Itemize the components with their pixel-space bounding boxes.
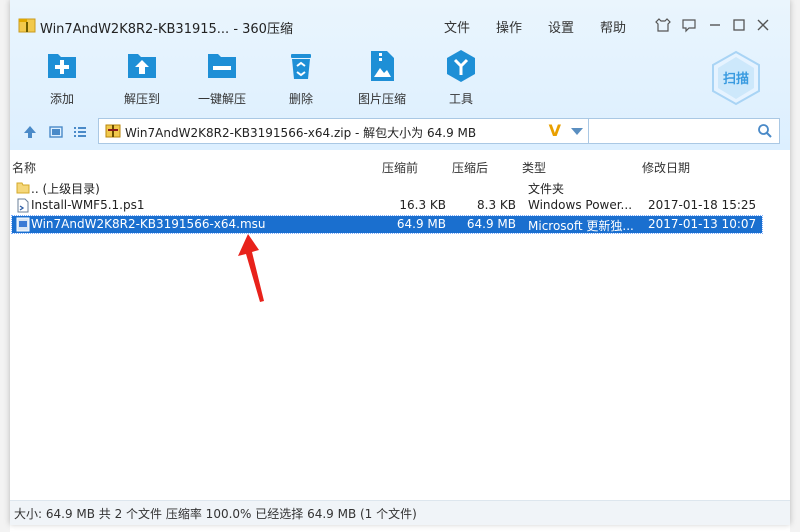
add-button[interactable]: 添加 <box>27 48 97 107</box>
image-compress-button[interactable]: 图片压缩 <box>347 48 417 107</box>
title-and-toolbar-area: Win7AndW2K8R2-KB31915... - 360压缩 文件 操作 设… <box>10 0 790 150</box>
verified-check-icon: V <box>548 121 561 140</box>
delete-label: 删除 <box>288 92 313 106</box>
extract-to-button[interactable]: 解压到 <box>107 48 177 107</box>
navigation-bar: Win7AndW2K8R2-KB3191566-x64.zip - 解包大小为 … <box>10 116 790 148</box>
menu-bar: 文件 操作 设置 帮助 <box>444 17 652 36</box>
row-name: Win7AndW2K8R2-KB3191566-x64.msu <box>31 217 266 231</box>
scan-button[interactable]: 扫描 <box>708 50 764 106</box>
up-arrow-icon[interactable] <box>22 124 38 140</box>
delete-button[interactable]: 删除 <box>266 48 336 107</box>
one-click-extract-icon <box>208 54 236 78</box>
one-click-extract-button[interactable]: 一键解压 <box>187 48 257 107</box>
path-bar[interactable]: Win7AndW2K8R2-KB3191566-x64.zip - 解包大小为 … <box>98 118 592 144</box>
scan-label: 扫描 <box>723 71 749 87</box>
extract-to-label: 解压到 <box>123 92 160 106</box>
app-zip-icon <box>18 18 36 33</box>
row-before: 16.3 KB <box>399 198 446 212</box>
row-type: Windows Power... <box>528 198 633 212</box>
image-compress-icon <box>371 51 394 81</box>
status-bar: 大小: 64.9 MB 共 2 个文件 压缩率 100.0% 已经选择 64.9… <box>10 500 790 525</box>
table-row[interactable]: Install-WMF5.1.ps1 16.3 KB 8.3 KB Window… <box>12 197 762 214</box>
zip-file-icon <box>105 124 121 138</box>
column-header-after[interactable]: 压缩后 <box>452 159 488 176</box>
column-header-name[interactable]: 名称 <box>12 159 36 176</box>
menu-operation[interactable]: 操作 <box>496 17 522 36</box>
row-after: 64.9 MB <box>466 217 516 231</box>
status-text: 大小: 64.9 MB 共 2 个文件 压缩率 100.0% 已经选择 64.9… <box>14 507 417 521</box>
image-compress-label: 图片压缩 <box>357 92 406 106</box>
skin-icon[interactable] <box>652 14 674 36</box>
row-date: 2017-01-13 10:07 <box>648 217 757 231</box>
folder-icon <box>16 182 30 194</box>
path-text: Win7AndW2K8R2-KB3191566-x64.zip - 解包大小为 … <box>125 126 477 140</box>
column-header-type[interactable]: 类型 <box>522 159 546 176</box>
row-type: Microsoft 更新独... <box>528 219 634 233</box>
menu-help[interactable]: 帮助 <box>600 17 626 36</box>
background-window-left <box>0 0 10 532</box>
add-icon <box>48 54 76 78</box>
menu-file[interactable]: 文件 <box>444 17 470 36</box>
scan-shield-icon: 扫描 <box>712 50 760 106</box>
menu-settings[interactable]: 设置 <box>548 17 574 36</box>
add-label: 添加 <box>49 92 74 106</box>
tools-icon <box>447 50 475 82</box>
column-header-before[interactable]: 压缩前 <box>382 159 418 176</box>
tools-label: 工具 <box>448 92 473 106</box>
minimize-icon[interactable] <box>704 14 726 36</box>
window-title: Win7AndW2K8R2-KB31915... - 360压缩 <box>40 22 293 37</box>
delete-icon <box>291 54 311 79</box>
row-name: .. (上级目录) <box>31 182 100 196</box>
row-before: 64.9 MB <box>396 217 446 231</box>
search-icon[interactable] <box>757 123 773 139</box>
list-view-icon[interactable] <box>72 124 88 140</box>
file-list: 名称 压缩前 压缩后 类型 修改日期 .. (上级目录) 文件夹 Install… <box>10 152 790 500</box>
row-after: 8.3 KB <box>477 198 516 212</box>
row-date: 2017-01-18 15:25 <box>648 198 757 212</box>
one-click-extract-label: 一键解压 <box>197 92 246 106</box>
table-row-selected[interactable]: Win7AndW2K8R2-KB3191566-x64.msu 64.9 MB … <box>11 215 763 234</box>
feedback-icon[interactable] <box>678 14 700 36</box>
thumbnail-view-icon[interactable] <box>48 124 64 140</box>
path-dropdown-icon[interactable] <box>571 128 583 135</box>
column-header-date[interactable]: 修改日期 <box>642 159 690 176</box>
row-type: 文件夹 <box>528 182 565 196</box>
tools-button[interactable]: 工具 <box>426 48 496 107</box>
extract-to-icon <box>128 54 156 78</box>
annotation-arrow <box>238 234 264 302</box>
search-input[interactable] <box>588 118 780 144</box>
maximize-icon[interactable] <box>728 14 750 36</box>
close-icon[interactable] <box>752 14 774 36</box>
row-name: Install-WMF5.1.ps1 <box>31 198 145 212</box>
background-window-right <box>790 0 800 532</box>
msu-file-icon <box>16 217 30 232</box>
archive-window: Win7AndW2K8R2-KB31915... - 360压缩 文件 操作 设… <box>10 0 790 525</box>
powershell-file-icon <box>17 198 29 213</box>
table-row[interactable]: .. (上级目录) 文件夹 <box>12 179 762 196</box>
